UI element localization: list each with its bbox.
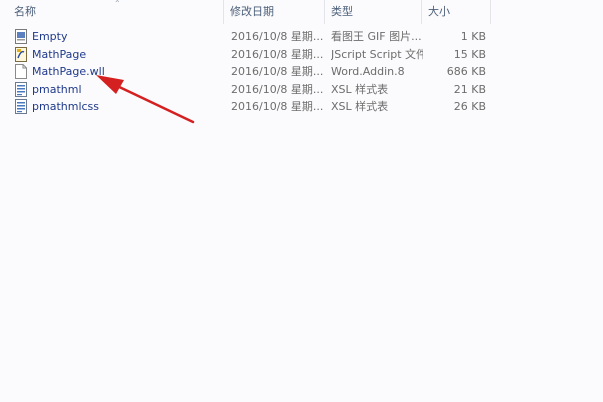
annotation-arrow-icon xyxy=(96,75,195,124)
